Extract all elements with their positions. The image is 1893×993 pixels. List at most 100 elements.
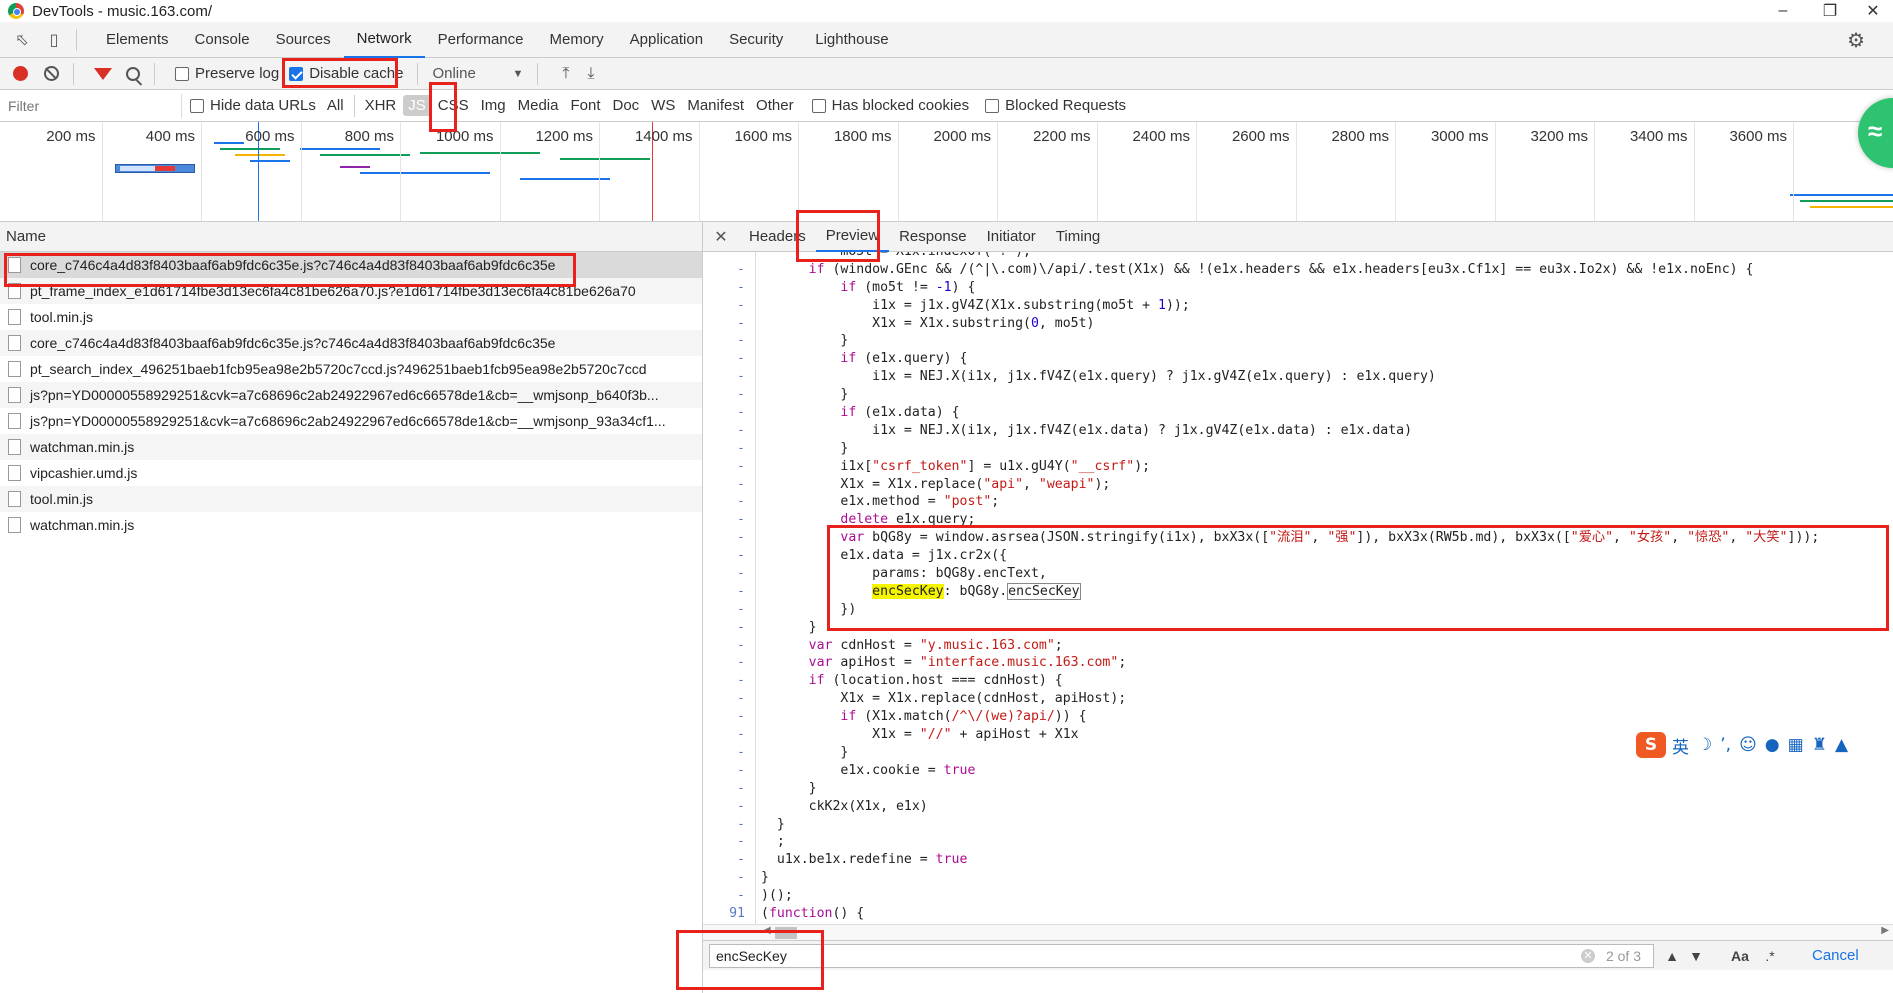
filter-input[interactable] <box>4 93 182 118</box>
disable-cache-checkbox[interactable]: Disable cache <box>289 65 403 82</box>
filter-funnel-icon[interactable] <box>94 67 112 80</box>
scrollbar-thumb[interactable] <box>775 927 797 939</box>
tab-timing[interactable]: Timing <box>1046 222 1110 252</box>
request-row[interactable]: watchman.min.js <box>0 512 702 538</box>
filter-type-media[interactable]: Media <box>513 95 564 116</box>
record-icon[interactable] <box>13 66 28 81</box>
timeline-tick-label: 1200 ms <box>535 128 593 145</box>
filter-type-font[interactable]: Font <box>565 95 605 116</box>
hide-data-urls-checkbox[interactable]: Hide data URLs <box>190 97 316 114</box>
request-row[interactable]: js?pn=YD00000558929251&cvk=a7c68696c2ab2… <box>0 408 702 434</box>
tab-memory[interactable]: Memory <box>537 22 617 58</box>
request-row[interactable]: pt_search_index_496251baeb1fcb95ea98e2b5… <box>0 356 702 382</box>
timeline-overview[interactable]: 200 ms 400 ms 600 ms 800 ms 1000 ms 1200 ms 14… <box>0 122 1893 222</box>
request-row[interactable]: tool.min.js <box>0 486 702 512</box>
tab-initiator[interactable]: Initiator <box>977 222 1046 252</box>
has-blocked-cookies-checkbox[interactable]: Has blocked cookies <box>811 97 969 114</box>
tab-network[interactable]: Network <box>343 22 425 58</box>
window-title: DevTools - music.163.com/ <box>32 2 213 20</box>
device-toolbar-icon[interactable]: ▯ <box>38 22 70 58</box>
punctuation-icon[interactable]: ’, <box>1720 735 1731 755</box>
regex-button[interactable]: .* <box>1758 948 1782 964</box>
cancel-search-button[interactable]: Cancel <box>1812 947 1859 964</box>
request-row[interactable]: core_c746c4a4d83f8403baaf6ab9fdc6c35e.js… <box>0 330 702 356</box>
timeline-tick-label: 1600 ms <box>734 128 792 145</box>
skin-icon[interactable]: ♜ <box>1812 735 1827 755</box>
request-row[interactable]: watchman.min.js <box>0 434 702 460</box>
checkbox-unchecked[interactable] <box>811 98 826 113</box>
filter-type-js[interactable]: JS <box>403 95 431 116</box>
request-row[interactable]: vipcashier.umd.js <box>0 460 702 486</box>
maximize-icon[interactable]: ❐ <box>1810 0 1850 22</box>
tab-response[interactable]: Response <box>889 222 977 252</box>
search-icon[interactable] <box>126 66 140 81</box>
prev-match-icon[interactable]: ▲ <box>1660 948 1684 964</box>
filter-type-css[interactable]: CSS <box>433 95 474 116</box>
emoji-icon[interactable]: ☺ <box>1739 735 1757 755</box>
filter-type-all[interactable]: All <box>322 95 349 116</box>
checkbox-checked[interactable] <box>289 66 304 81</box>
tab-elements[interactable]: Elements <box>93 22 182 58</box>
request-name: watchman.min.js <box>30 517 135 533</box>
keyboard-icon[interactable]: ▦ <box>1788 735 1804 755</box>
request-row[interactable]: pt_frame_index_e1d61714fbe3d13ec6fa4c81b… <box>0 278 702 304</box>
request-row[interactable]: tool.min.js <box>0 304 702 330</box>
tab-performance[interactable]: Performance <box>425 22 537 58</box>
tab-headers[interactable]: Headers <box>739 222 816 252</box>
preserve-log-checkbox[interactable]: Preserve log <box>175 65 279 82</box>
checkbox-unchecked[interactable] <box>190 98 204 113</box>
scroll-left-icon[interactable]: ◀ <box>763 925 771 936</box>
minimize-icon[interactable]: – <box>1763 0 1803 22</box>
ime-language[interactable]: 英 <box>1672 733 1689 758</box>
timeline-tick-label: 800 ms <box>344 128 394 145</box>
request-row[interactable]: core_c746c4a4d83f8403baaf6ab9fdc6c35e.js… <box>0 252 702 278</box>
checkbox-unchecked[interactable] <box>175 66 189 81</box>
match-case-button[interactable]: Aa <box>1728 948 1752 964</box>
request-name: pt_search_index_496251baeb1fcb95ea98e2b5… <box>30 361 647 377</box>
tab-sources[interactable]: Sources <box>263 22 344 58</box>
ime-toolbar[interactable]: S 英 ☽ ’, ☺ ● ▦ ♜ ▲ <box>1636 730 1856 760</box>
search-input[interactable]: encSecKey ✕ 2 of 3 <box>709 943 1654 968</box>
export-har-icon[interactable]: ⤓ <box>587 65 594 83</box>
checkbox-unchecked[interactable] <box>985 98 1000 113</box>
filter-type-doc[interactable]: Doc <box>607 95 644 116</box>
filter-type-manifest[interactable]: Manifest <box>682 95 749 116</box>
file-icon <box>8 465 21 481</box>
tab-lighthouse[interactable]: Lighthouse <box>802 22 901 58</box>
blocked-requests-checkbox[interactable]: Blocked Requests <box>985 97 1126 114</box>
tab-preview[interactable]: Preview <box>815 222 890 252</box>
filter-type-xhr[interactable]: XHR <box>360 95 402 116</box>
shirt-icon[interactable]: ▲ <box>1835 735 1848 755</box>
import-har-icon[interactable]: ⤒ <box>562 65 569 83</box>
tab-security[interactable]: Security <box>716 22 796 58</box>
request-name: core_c746c4a4d83f8403baaf6ab9fdc6c35e.js… <box>30 257 556 273</box>
tab-console[interactable]: Console <box>182 22 263 58</box>
tab-application[interactable]: Application <box>617 22 716 58</box>
chevron-down-icon[interactable]: ▼ <box>512 68 523 80</box>
next-match-icon[interactable]: ▼ <box>1684 948 1708 964</box>
inspect-element-icon[interactable]: ⬁ <box>6 22 38 58</box>
clear-icon[interactable] <box>44 66 59 81</box>
microphone-icon[interactable]: ● <box>1765 735 1780 755</box>
filter-type-img[interactable]: Img <box>476 95 511 116</box>
name-column-header[interactable]: Name <box>0 222 702 252</box>
clear-search-icon[interactable]: ✕ <box>1581 948 1595 963</box>
timeline-bar <box>360 172 490 174</box>
file-icon <box>8 387 21 403</box>
filter-type-other[interactable]: Other <box>751 95 799 116</box>
close-detail-icon[interactable]: ✕ <box>703 227 739 247</box>
timeline-gridline <box>1494 122 1496 221</box>
close-icon[interactable]: ✕ <box>1853 0 1893 22</box>
throttle-select[interactable]: Online <box>432 65 512 82</box>
horizontal-scrollbar[interactable]: ◀ ▶ <box>703 924 1893 940</box>
sogou-logo-icon[interactable]: S <box>1636 732 1666 758</box>
chrome-logo-icon <box>8 3 24 19</box>
moon-icon[interactable]: ☽ <box>1697 735 1712 755</box>
settings-gear-icon[interactable]: ⚙ <box>1847 28 1865 53</box>
filter-type-ws[interactable]: WS <box>646 95 680 116</box>
request-name: pt_frame_index_e1d61714fbe3d13ec6fa4c81b… <box>30 283 636 299</box>
code-preview[interactable]: -------------------------------------91 … <box>703 252 1893 924</box>
timeline-bar <box>250 160 290 162</box>
request-row[interactable]: js?pn=YD00000558929251&cvk=a7c68696c2ab2… <box>0 382 702 408</box>
scroll-right-icon[interactable]: ▶ <box>1881 925 1889 936</box>
